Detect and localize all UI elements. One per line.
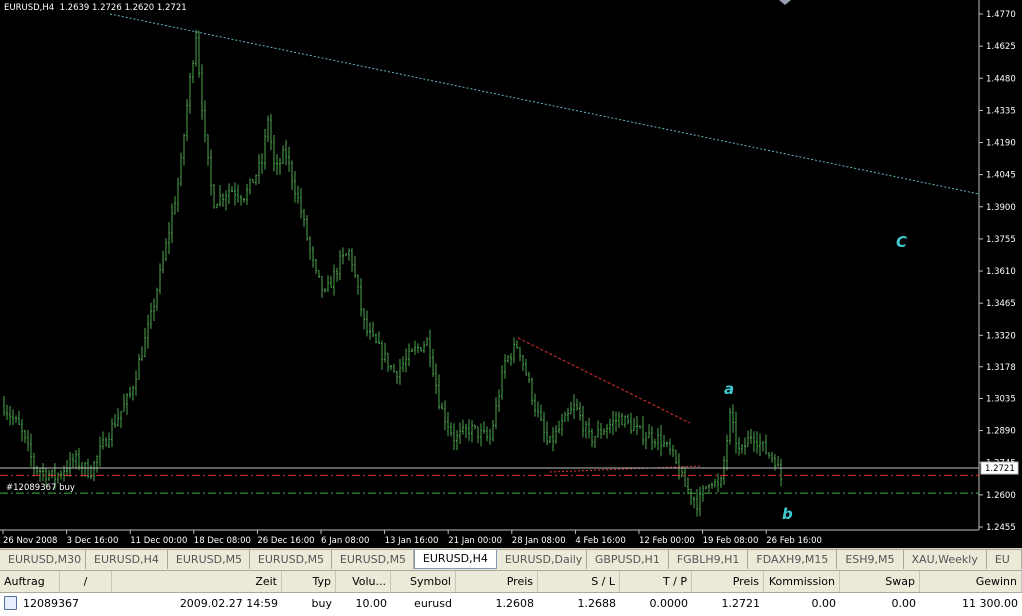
time-label: 19 Feb 08:00 (703, 536, 759, 546)
price-label: 1.4190 (986, 139, 1016, 149)
price-label: 1.2600 (986, 491, 1016, 501)
column-header[interactable]: Auftrag (0, 571, 60, 592)
terminal-body: 12089367 2009.02.27 14:59 buy 10.00 eurusd 1.… (0, 593, 1022, 615)
time-label: 21 Jan 00:00 (448, 536, 502, 546)
time-label: 12 Feb 00:00 (639, 536, 695, 546)
time-label: 4 Feb 16:00 (575, 536, 625, 546)
current-price-label: 1.2721 (985, 464, 1015, 474)
column-header[interactable]: / (60, 571, 112, 592)
chart-tab[interactable]: EURUSD,H4 (413, 550, 497, 569)
time-label: 11 Dec 00:00 (130, 536, 187, 546)
column-header[interactable]: S / L (538, 571, 620, 592)
order-cell: eurusd (414, 597, 452, 610)
trade-terminal: Auftrag / Zeit Typ Volu... Symbol Preis S / LT … (0, 570, 1022, 616)
price-chart[interactable]: 1.4770 1.4625 1.4480 1.4335 1.4190 1.4045 1.39… (0, 0, 1022, 548)
column-header[interactable]: Kommission (764, 571, 840, 592)
chart-tab[interactable]: EURUSD,Daily (497, 550, 587, 569)
order-cell: 1.2721 (721, 597, 761, 610)
price-label: 1.3178 (986, 363, 1016, 373)
wave-label-c: C (896, 233, 907, 251)
order-cell: 11 300.00 (962, 597, 1018, 610)
chart-header: EURUSD,H4 1.2639 1.2726 1.2620 1.2721 (4, 3, 187, 13)
order-id: 12089367 (23, 597, 79, 610)
price-label: 1.3035 (986, 394, 1016, 404)
chart-tab[interactable]: EURUSD,M5 (332, 550, 414, 569)
order-row[interactable]: 12089367 2009.02.27 14:59 buy 10.00 eurusd 1.… (0, 593, 1022, 615)
chart-tab[interactable]: GBPUSD,H1 (587, 550, 669, 569)
time-label: 3 Dec 16:00 (67, 536, 119, 546)
time-label: 26 Nov 2008 (3, 536, 57, 546)
chart-area[interactable]: 1.4770 1.4625 1.4480 1.4335 1.4190 1.4045 1.39… (0, 0, 1022, 548)
chart-tab[interactable]: FDAXH9,M15 (748, 550, 838, 569)
chart-tab[interactable]: EURUSD,H4 (86, 550, 168, 569)
chart-tab[interactable]: XAU,Weekly (904, 550, 987, 569)
time-label: 28 Jan 08:00 (512, 536, 566, 546)
trendline-c (109, 13, 980, 195)
price-label: 1.4480 (986, 74, 1016, 84)
column-header[interactable]: Volu... (336, 571, 391, 592)
order-cell: 0.00 (891, 597, 917, 610)
price-label: 1.2890 (986, 427, 1016, 437)
time-label: 26 Feb 16:00 (766, 536, 822, 546)
order-icon (4, 596, 17, 610)
order-cell: 0.0000 (649, 597, 689, 610)
column-header[interactable]: T / P (620, 571, 692, 592)
time-label: 18 Dec 08:00 (194, 536, 251, 546)
chart-tab[interactable]: EU (987, 550, 1022, 569)
wave-label-a: a (724, 380, 734, 398)
order-cell: 12089367 (0, 593, 112, 615)
time-label: 6 Jan 08:00 (321, 536, 369, 546)
order-cell: 1.2608 (495, 597, 535, 610)
wave-label-b: b (782, 505, 793, 523)
column-header[interactable]: Symbol (391, 571, 456, 592)
price-label: 1.3900 (986, 203, 1016, 213)
column-header[interactable]: Preis (692, 571, 764, 592)
chart-tab[interactable]: EURUSD,M30 (0, 550, 86, 569)
order-cell: 2009.02.27 14:59 (179, 597, 278, 610)
column-header[interactable]: Preis (456, 571, 538, 592)
chart-tabs: EURUSD,M30 EURUSD,H4 EURUSD,M5 EURUSD,M5 EUR… (0, 549, 1022, 570)
price-label: 1.4770 (986, 10, 1016, 20)
column-header[interactable]: Typ (282, 571, 336, 592)
column-header[interactable]: Gewinn (920, 571, 1022, 592)
chart-tab[interactable]: ESH9,M5 (837, 550, 904, 569)
chart-shift-marker (779, 0, 791, 5)
price-label: 1.3465 (986, 299, 1016, 309)
price-label: 1.4335 (986, 106, 1016, 116)
price-label: 1.3755 (986, 235, 1016, 245)
time-label: 13 Jan 16:00 (385, 536, 439, 546)
chart-tab[interactable]: EURUSD,M5 (250, 550, 332, 569)
order-cell: 0.00 (811, 597, 837, 610)
order-cell: 10.00 (355, 597, 388, 610)
chart-tab[interactable]: EURUSD,M5 (168, 550, 250, 569)
order-label: #12089367 buy (6, 483, 75, 493)
column-header[interactable]: Swap (840, 571, 920, 592)
terminal-header: Auftrag / Zeit Typ Volu... Symbol Preis S / LT … (0, 571, 1022, 593)
price-label: 1.2455 (986, 523, 1016, 533)
order-cell: buy (311, 597, 332, 610)
resistance-trendline (517, 337, 691, 424)
support-trendline (549, 465, 701, 473)
price-label: 1.3320 (986, 331, 1016, 341)
chart-tab[interactable]: FGBLH9,H1 (669, 550, 749, 569)
column-header[interactable]: Zeit (112, 571, 282, 592)
price-label: 1.4045 (986, 171, 1016, 181)
time-label: 26 Dec 16:00 (257, 536, 314, 546)
price-label: 1.4625 (986, 42, 1016, 52)
order-cell: 1.2688 (577, 597, 617, 610)
price-label: 1.3610 (986, 267, 1016, 277)
